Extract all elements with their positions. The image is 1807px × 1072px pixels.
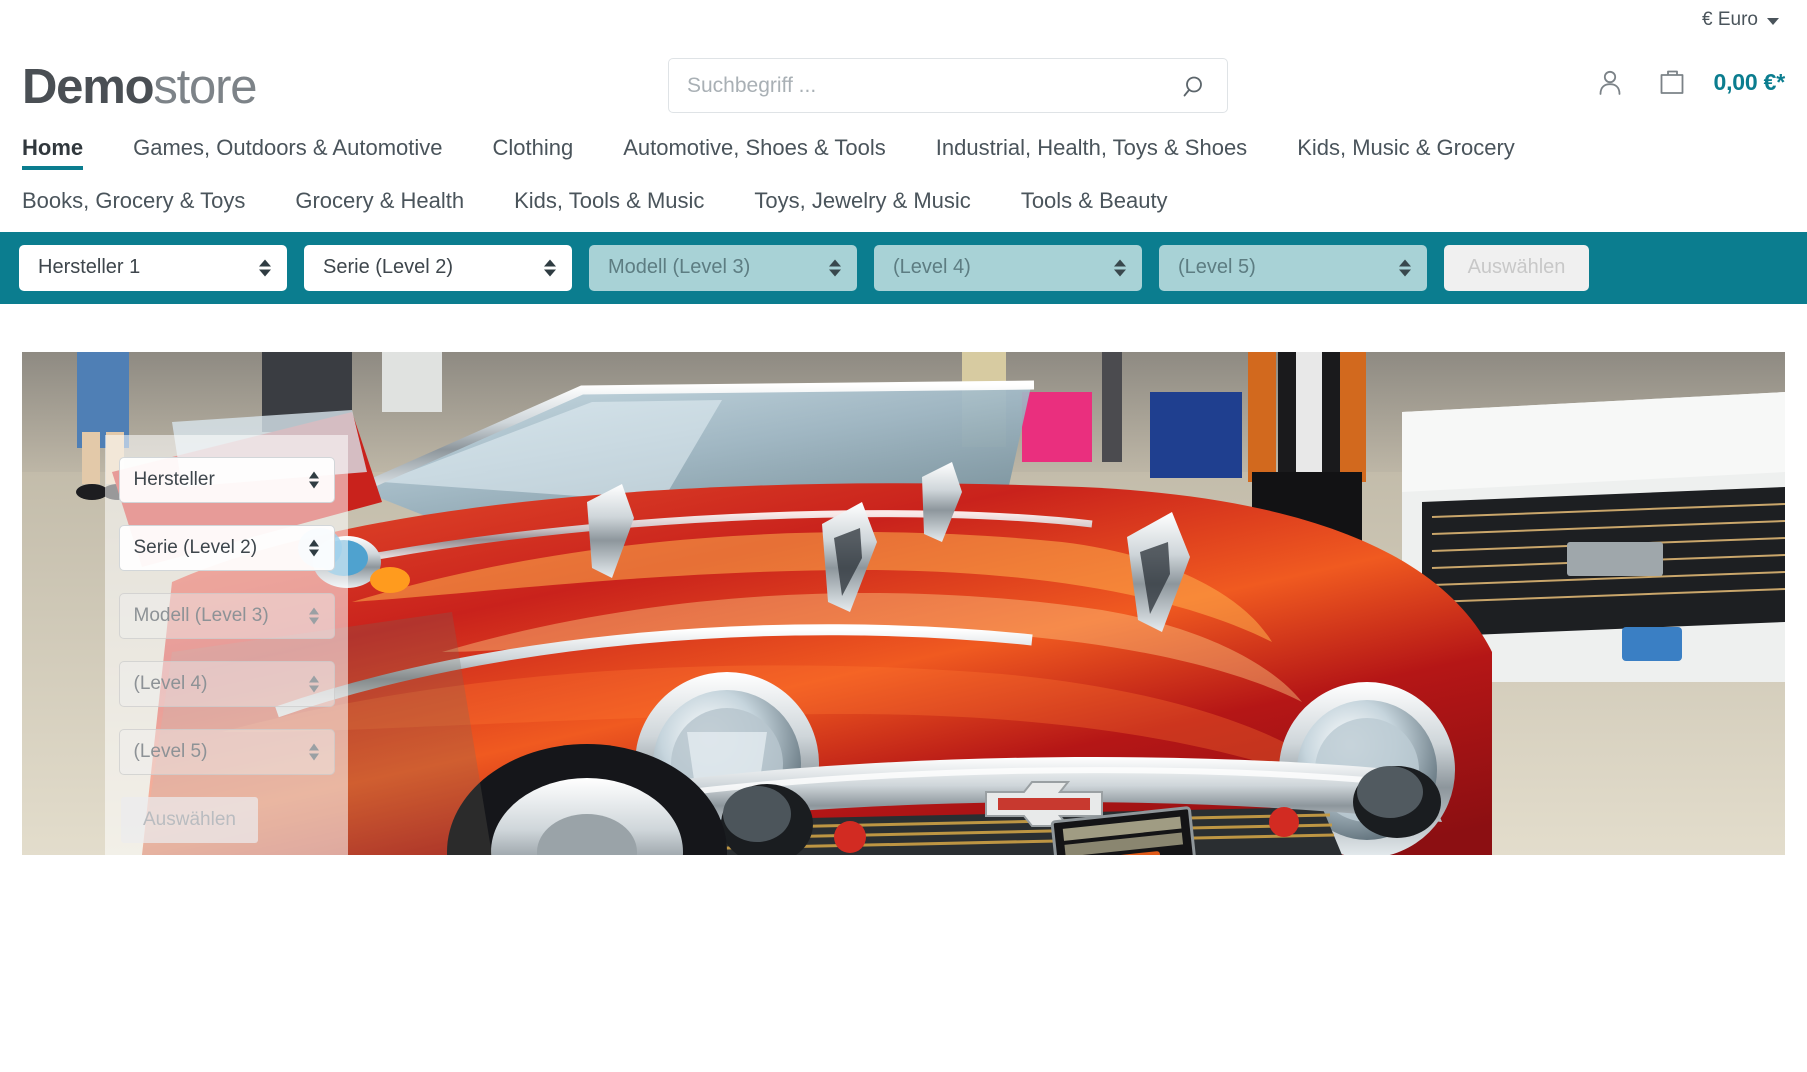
hero-submit-button[interactable]: Auswählen [121,796,258,843]
logo-bold-text: Demo [22,60,155,114]
hero-select-level4[interactable]: (Level 4) [118,660,335,707]
nav-row-1: Home Games, Outdoors & Automotive Clothi… [22,135,1785,171]
search-box [668,58,1228,113]
spinner-icon [829,259,841,277]
hero-select-level5-value: (Level 5) [133,740,208,762]
nav-item-home[interactable]: Home [22,135,84,171]
nav-item-clothing[interactable]: Clothing [493,135,574,170]
filter-select-level4[interactable]: (Level 4) [874,244,1142,291]
nav-item-tools-beauty[interactable]: Tools & Beauty [1021,188,1168,223]
search-area [668,58,1228,113]
vehicle-filter-bar: Hersteller 1 Serie (Level 2) Modell (Lev… [0,231,1807,304]
spinner-icon [308,607,319,625]
spinner-icon [1399,259,1411,277]
cart-button[interactable] [1652,62,1692,102]
nav-item-kids-music-grocery[interactable]: Kids, Music & Grocery [1297,135,1515,170]
search-button[interactable] [1173,59,1219,114]
nav-row-2: Books, Grocery & Toys Grocery & Health K… [22,188,1785,223]
top-utility-bar: € Euro [0,0,1807,40]
main-navigation: Home Games, Outdoors & Automotive Clothi… [0,135,1807,232]
cart-total-amount: 0,00 €* [1713,68,1786,95]
spinner-icon [1114,259,1126,277]
account-button[interactable] [1590,62,1630,102]
hero-vehicle-selector-overlay: Hersteller Serie (Level 2) Modell (Level… [105,434,348,855]
hero-select-level5[interactable]: (Level 5) [118,728,335,775]
currency-label: € Euro [1702,9,1758,30]
hero-select-serie-level2[interactable]: Serie (Level 2) [118,524,335,571]
filter-submit-button[interactable]: Auswählen [1444,244,1589,291]
filter-select-level4-value: (Level 4) [893,256,971,279]
shopping-bag-icon [1660,70,1683,94]
hero-select-modell-level3[interactable]: Modell (Level 3) [118,592,335,639]
nav-item-kids-tools-music[interactable]: Kids, Tools & Music [514,188,704,223]
hero-select-hersteller[interactable]: Hersteller [118,456,335,503]
search-input[interactable] [669,73,1227,98]
hero-area: Hersteller Serie (Level 2) Modell (Level… [0,303,1807,855]
spinner-icon [259,259,271,277]
filter-select-hersteller[interactable]: Hersteller 1 [19,244,287,291]
filter-select-modell-level3-value: Modell (Level 3) [608,256,751,279]
hero-select-serie-level2-value: Serie (Level 2) [133,536,258,558]
site-logo[interactable]: Demostore [22,60,257,114]
search-icon [1183,76,1202,96]
filter-select-level5-value: (Level 5) [1178,256,1256,279]
spinner-icon [308,471,319,489]
currency-selector[interactable]: € Euro [1702,9,1785,31]
nav-item-games-outdoors-automotive[interactable]: Games, Outdoors & Automotive [133,135,442,170]
spinner-icon [544,259,556,277]
hero-select-hersteller-value: Hersteller [133,468,215,490]
user-icon [1599,70,1620,95]
hero-select-modell-level3-value: Modell (Level 3) [133,604,269,626]
hero-select-level4-value: (Level 4) [133,672,208,694]
header-actions: 0,00 €* [1590,62,1786,102]
filter-select-modell-level3[interactable]: Modell (Level 3) [589,244,857,291]
hero-banner: Hersteller Serie (Level 2) Modell (Level… [22,351,1785,855]
spinner-icon [308,539,319,557]
nav-item-industrial-health-toys-shoes[interactable]: Industrial, Health, Toys & Shoes [936,135,1247,170]
chevron-down-icon [1767,17,1779,25]
spinner-icon [308,743,319,761]
nav-item-books-grocery-toys[interactable]: Books, Grocery & Toys [22,188,245,223]
spinner-icon [308,675,319,693]
filter-select-level5[interactable]: (Level 5) [1159,244,1427,291]
filter-select-serie-level2-value: Serie (Level 2) [323,256,454,279]
filter-select-hersteller-value: Hersteller 1 [38,256,141,279]
nav-item-grocery-health[interactable]: Grocery & Health [295,188,464,223]
site-header: Demostore 0,00 €* [0,40,1807,135]
logo-light-text: store [153,60,257,114]
filter-select-serie-level2[interactable]: Serie (Level 2) [304,244,572,291]
nav-item-toys-jewelry-music[interactable]: Toys, Jewelry & Music [754,188,970,223]
nav-item-automotive-shoes-tools[interactable]: Automotive, Shoes & Tools [623,135,886,170]
